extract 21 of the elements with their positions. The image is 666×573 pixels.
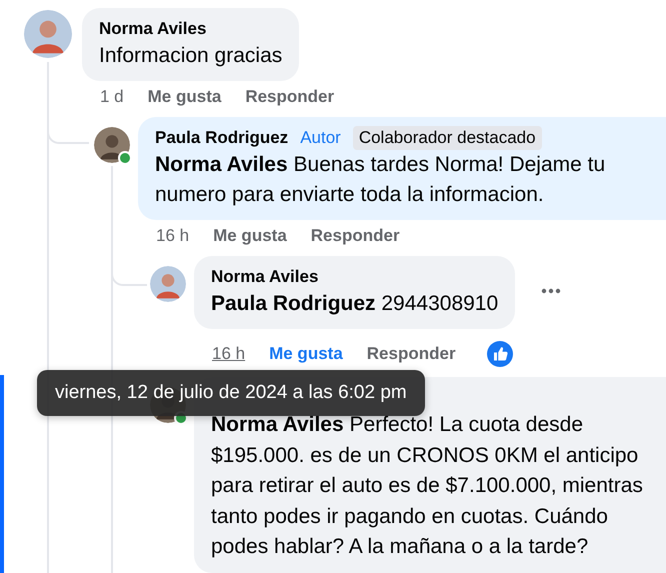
contributor-tag: Colaborador destacado <box>352 126 542 150</box>
dots-icon[interactable] <box>541 288 562 294</box>
author-name[interactable]: Paula Rodriguez <box>155 128 288 148</box>
comment-time[interactable]: 16 h <box>156 226 190 246</box>
date-tooltip: viernes, 12 de julio de 2024 a las 6:02 pm <box>37 370 425 416</box>
reply-button[interactable]: Responder <box>366 344 456 364</box>
author-name[interactable]: Norma Aviles <box>99 19 206 39</box>
comment-text: Norma Aviles Buenas tardes Norma! Dejame tu numero para enviarte toda la informacion. <box>155 152 606 208</box>
reply-button[interactable]: Responder <box>245 87 334 107</box>
reply-button[interactable]: Responder <box>310 226 400 246</box>
comment-time[interactable]: 16 h <box>212 344 246 364</box>
author-label: Autor <box>299 127 342 149</box>
comment-text: Paula Rodriguez 2944308910 <box>211 291 498 317</box>
thumbs-up-icon[interactable] <box>486 340 514 368</box>
comment-time[interactable]: 1 d <box>100 87 124 107</box>
author-name[interactable]: Norma Aviles <box>211 267 318 287</box>
comment-text: Informacion gracias <box>99 43 282 69</box>
like-button[interactable]: Me gusta <box>269 344 343 364</box>
like-button[interactable]: Me gusta <box>213 226 287 246</box>
avatar[interactable] <box>94 127 130 163</box>
like-button[interactable]: Me gusta <box>148 87 222 107</box>
